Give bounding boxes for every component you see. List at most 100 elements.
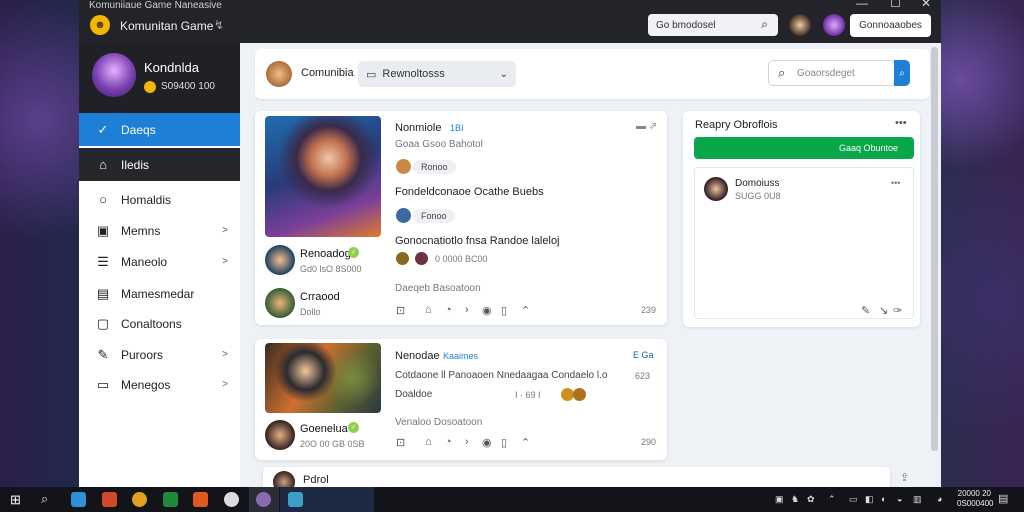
tray-icon[interactable]: ⌃ (828, 494, 836, 505)
tag-chip[interactable]: Ronoo (413, 160, 456, 174)
header-search-input[interactable]: Go bmodosel ⌕ (648, 14, 778, 36)
check-icon: ✓ (97, 121, 109, 137)
panel-more-button[interactable]: ••• (895, 117, 907, 129)
pin-icon[interactable]: ⌃ (521, 436, 530, 449)
upload-icon[interactable]: ⇪ (900, 471, 909, 484)
tray-icon[interactable]: ▭ (849, 494, 858, 505)
close-button[interactable]: ✕ (921, 0, 931, 10)
post-card: Goenelua ✓ 20O 00 GB 0SB Nenodae Kaaimes… (255, 339, 667, 460)
tag-chip[interactable]: Fonoo (413, 209, 455, 223)
external-link-icon[interactable]: ↯ (214, 18, 224, 32)
attach-icon[interactable]: ✑ (893, 304, 902, 317)
item-more-icon[interactable]: ••• (891, 178, 900, 188)
app-icon[interactable] (224, 492, 239, 507)
doc-icon: ▤ (96, 285, 110, 301)
hero-image[interactable] (265, 343, 381, 413)
user-name[interactable]: Goenelua (300, 423, 348, 435)
community-app-icon[interactable] (288, 492, 303, 507)
comment-icon[interactable]: ◔ (445, 304, 452, 316)
community-search-input[interactable]: ⌕ Goaorsdeget (768, 60, 895, 86)
small-avatar (396, 252, 409, 265)
sidebar-item-puroors[interactable]: ✎ Puroors > (79, 338, 240, 371)
tray-icon[interactable]: ◒ (897, 494, 902, 504)
bookmark-icon[interactable]: ▯ (501, 304, 507, 317)
dropdown-folder-icon: ▭ (366, 68, 377, 81)
windows-start-icon[interactable]: ⊞ (10, 492, 21, 508)
tray-icon[interactable]: ✿ (807, 494, 815, 505)
notifications-icon[interactable]: ▤ (998, 492, 1008, 505)
user-avatar[interactable] (823, 14, 845, 36)
tray-icon[interactable]: ▣ (775, 494, 784, 505)
search-icon[interactable]: ⌕ (41, 491, 48, 507)
post-tag: Daeqeb Basoatoon (395, 283, 481, 294)
user-avatar[interactable] (265, 288, 295, 318)
tray-icon[interactable]: ▥ (913, 494, 922, 505)
post-title-tag[interactable]: Kaaimes (443, 351, 478, 361)
comment-icon[interactable]: ◔ (445, 436, 452, 448)
bookmark-icon[interactable]: ▯ (501, 436, 507, 449)
image-icon[interactable]: ⊡ (396, 304, 405, 317)
header-action-button[interactable]: Gonnoaaobes (850, 14, 931, 37)
online-badge: ✓ (348, 422, 359, 433)
item-name[interactable]: Domoiuss (735, 178, 779, 189)
user-name[interactable]: Crraood (300, 291, 340, 303)
comment-composer[interactable]: Pdrol (263, 467, 890, 487)
user-avatar[interactable] (265, 245, 295, 275)
like-icon[interactable]: ⌂ (425, 436, 432, 448)
main-content: Comunibia ▭ Rewnoltosss ⌄ ⌕ Goaorsdeget … (240, 43, 941, 487)
excel-icon[interactable] (163, 492, 178, 507)
community-dropdown[interactable]: ▭ Rewnoltosss ⌄ (358, 61, 516, 87)
clock[interactable]: 20000 20 0S000400 (957, 489, 993, 509)
user-name[interactable]: Renoadog (300, 248, 351, 260)
tray-icon[interactable]: ♞ (791, 494, 799, 505)
sidebar-item-iledis[interactable]: ⌂ Iledis (79, 148, 240, 181)
sidebar-item-memns[interactable]: ▣ Memns > (79, 214, 240, 247)
post-menu-icon[interactable]: ▬ ⇗ (636, 121, 657, 132)
user-subtitle: Gd0 lsO 8S000 (300, 264, 362, 274)
user-avatar[interactable] (265, 420, 295, 450)
sidebar-item-conaltoons[interactable]: ▢ Conaltoons (79, 307, 240, 340)
sidebar-item-daeqs[interactable]: ✓ Daeqs (79, 113, 240, 146)
item-avatar[interactable] (704, 177, 728, 201)
maximize-button[interactable]: ☐ (890, 0, 901, 10)
sidebar-item-maneolo[interactable]: ☰ Maneolo > (79, 245, 240, 278)
panel-inner-list: Domoiuss SUGG 0U8 ••• ✎ ↘ ✑ (694, 167, 914, 319)
image-icon[interactable]: ⊡ (396, 436, 405, 449)
tray-icon[interactable]: ◐ (881, 494, 886, 504)
minimize-button[interactable]: — (856, 0, 868, 10)
sidebar-item-menegos[interactable]: ▭ Menegos > (79, 368, 240, 401)
like-icon[interactable]: ⌂ (425, 304, 432, 316)
sidebar-item-label: Daeqs (121, 122, 156, 137)
panel-green-button[interactable]: Gaaq Obuntoe (694, 137, 914, 159)
post-title[interactable]: Nenodae (395, 350, 440, 362)
expand-icon[interactable]: ↘ (879, 304, 888, 317)
hero-image[interactable] (265, 116, 381, 237)
sidebar-item-mamesmedar[interactable]: ▤ Mamesmedar (79, 277, 240, 310)
profile-avatar[interactable] (92, 53, 136, 97)
emoji-icon[interactable]: ◉ (482, 304, 492, 317)
app-icon[interactable] (102, 492, 117, 507)
search-icon: ○ (99, 192, 107, 207)
community-avatar[interactable] (266, 61, 292, 87)
post-title[interactable]: Nonmiole (395, 122, 441, 134)
search-icon[interactable]: ⌕ (761, 17, 768, 32)
scrollbar[interactable] (931, 47, 938, 451)
tray-icon[interactable]: ◕ (937, 494, 942, 504)
search-submit-button[interactable]: ⌕ (894, 60, 910, 86)
edit-icon[interactable]: ✎ (861, 304, 870, 317)
profile-card[interactable]: Kondnlda S09400 100 (79, 43, 240, 113)
file-explorer-icon[interactable] (71, 492, 86, 507)
friend-avatar[interactable] (789, 14, 811, 36)
pin-icon[interactable]: ⌃ (521, 304, 530, 317)
app-title: Komuniiaue Game Naneasive (89, 0, 222, 11)
game-icon[interactable] (256, 492, 271, 507)
header-search-text: Go bmodosel (656, 19, 716, 31)
share-icon[interactable]: › (465, 304, 469, 316)
list-icon: ☰ (97, 253, 109, 269)
share-icon[interactable]: › (465, 436, 469, 448)
chrome-icon[interactable] (132, 492, 147, 507)
sidebar-item-homaldis[interactable]: ○ Homaldis (79, 183, 240, 216)
browser-icon[interactable] (193, 492, 208, 507)
emoji-icon[interactable]: ◉ (482, 436, 492, 449)
tray-icon[interactable]: ◧ (865, 494, 874, 505)
